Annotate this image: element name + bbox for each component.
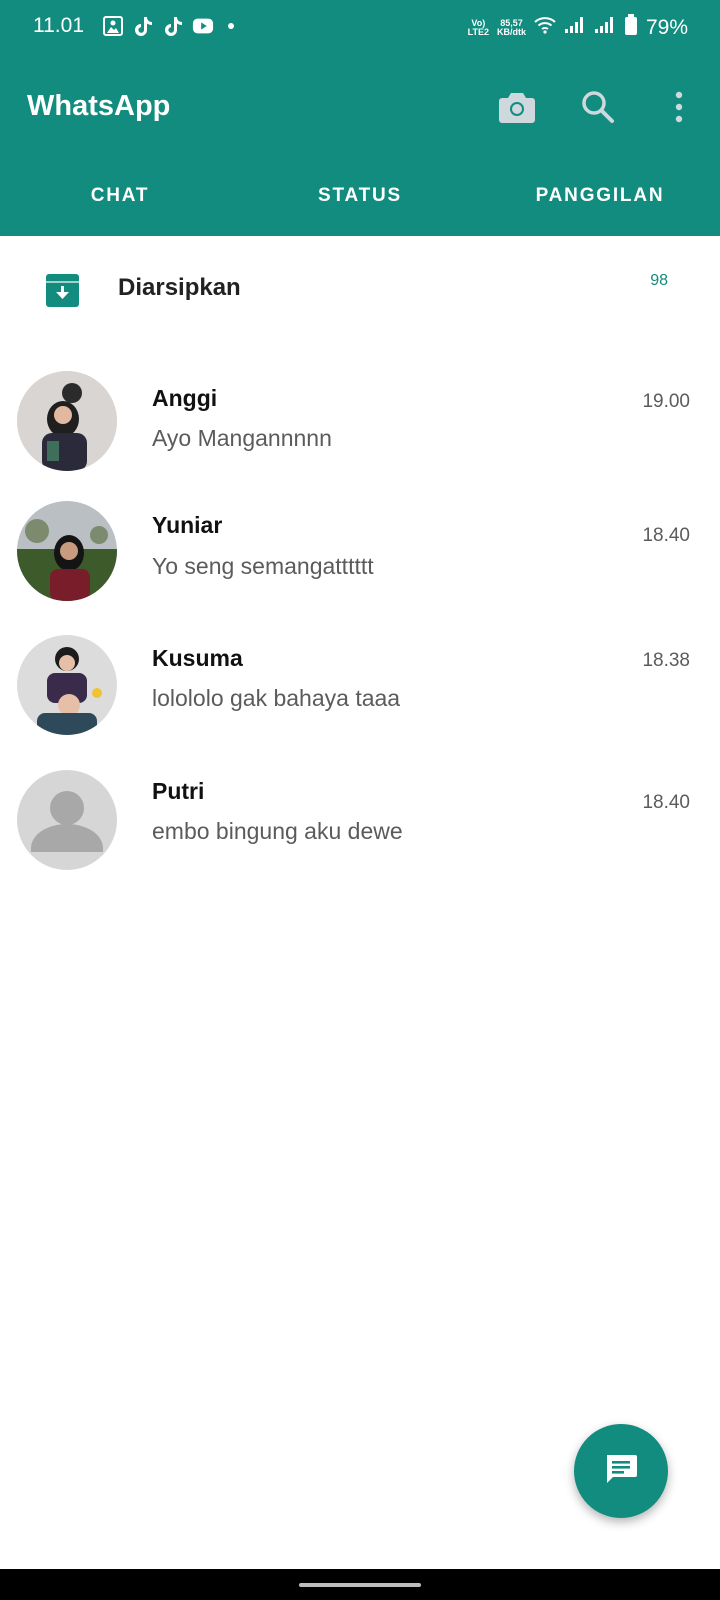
status-bar: 11.01 Vo) LTE2 85,57 KB/dtk 79% xyxy=(0,0,720,56)
camera-icon[interactable] xyxy=(497,87,537,127)
speed-unit: KB/dtk xyxy=(496,26,526,37)
chat-name: Anggi xyxy=(152,385,218,411)
system-nav-bar xyxy=(0,1569,720,1600)
more-vert-icon[interactable] xyxy=(659,87,699,127)
tab-status[interactable]: STATUS xyxy=(240,156,480,236)
chat-time: 18.40 xyxy=(642,792,690,813)
chat-list: Anggi Ayo Mangannnnn 19.00 Yuniar Yo sen… xyxy=(0,355,720,895)
home-gesture-handle[interactable] xyxy=(299,1583,421,1587)
chat-time: 18.38 xyxy=(642,650,690,671)
signal-icon xyxy=(564,16,586,39)
status-right: Vo) LTE2 85,57 KB/dtk 79% xyxy=(468,14,688,41)
archive-icon xyxy=(46,274,79,307)
chat-last-message: lolololo gak bahaya taaa xyxy=(152,685,401,711)
app-bar: 11.01 Vo) LTE2 85,57 KB/dtk 79% WhatsApp… xyxy=(0,0,720,236)
battery-icon xyxy=(624,14,638,41)
tab-chat[interactable]: CHAT xyxy=(0,156,240,236)
status-time: 11.01 xyxy=(33,14,84,37)
new-chat-icon xyxy=(603,1451,639,1492)
chat-last-message: Yo seng semangatttttt xyxy=(152,553,374,579)
wifi-icon xyxy=(534,16,556,39)
avatar[interactable] xyxy=(17,501,117,601)
avatar[interactable] xyxy=(17,371,117,471)
more-notifications-dot-icon xyxy=(228,23,234,29)
chat-time: 18.40 xyxy=(642,525,690,546)
chat-row[interactable]: Yuniar Yo seng semangatttttt 18.40 xyxy=(0,490,720,625)
search-icon[interactable] xyxy=(578,87,618,127)
new-chat-button[interactable] xyxy=(574,1424,668,1518)
chat-row[interactable]: Putri embo bingung aku dewe 18.40 xyxy=(0,760,720,895)
chat-last-message: embo bingung aku dewe xyxy=(152,818,403,844)
chat-name: Kusuma xyxy=(152,645,243,671)
chat-name: Yuniar xyxy=(152,512,223,538)
youtube-icon xyxy=(192,15,214,37)
tiktok-icon xyxy=(132,15,154,37)
chat-row[interactable]: Anggi Ayo Mangannnnn 19.00 xyxy=(0,355,720,490)
tab-bar: CHAT STATUS PANGGILAN xyxy=(0,156,720,236)
lte-label: LTE2 xyxy=(467,26,489,37)
chat-time: 19.00 xyxy=(642,391,690,412)
notification-icons xyxy=(102,15,234,37)
volte-indicator: Vo) LTE2 xyxy=(467,18,489,37)
archived-row[interactable]: Diarsipkan 98 xyxy=(0,236,720,340)
chat-row[interactable]: Kusuma lolololo gak bahaya taaa 18.38 xyxy=(0,625,720,760)
avatar[interactable] xyxy=(17,635,117,735)
tiktok-icon xyxy=(162,15,184,37)
archived-count: 98 xyxy=(650,272,668,289)
signal-icon xyxy=(594,16,616,39)
app-title: WhatsApp xyxy=(27,90,171,122)
network-speed: 85,57 KB/dtk xyxy=(496,18,526,37)
battery-percent: 79% xyxy=(645,15,688,39)
chat-name: Putri xyxy=(152,778,205,804)
gallery-icon xyxy=(102,15,124,37)
avatar[interactable] xyxy=(17,770,117,870)
tab-panggilan[interactable]: PANGGILAN xyxy=(480,156,720,236)
chat-last-message: Ayo Mangannnnn xyxy=(152,425,332,451)
archived-label: Diarsipkan xyxy=(118,274,241,301)
